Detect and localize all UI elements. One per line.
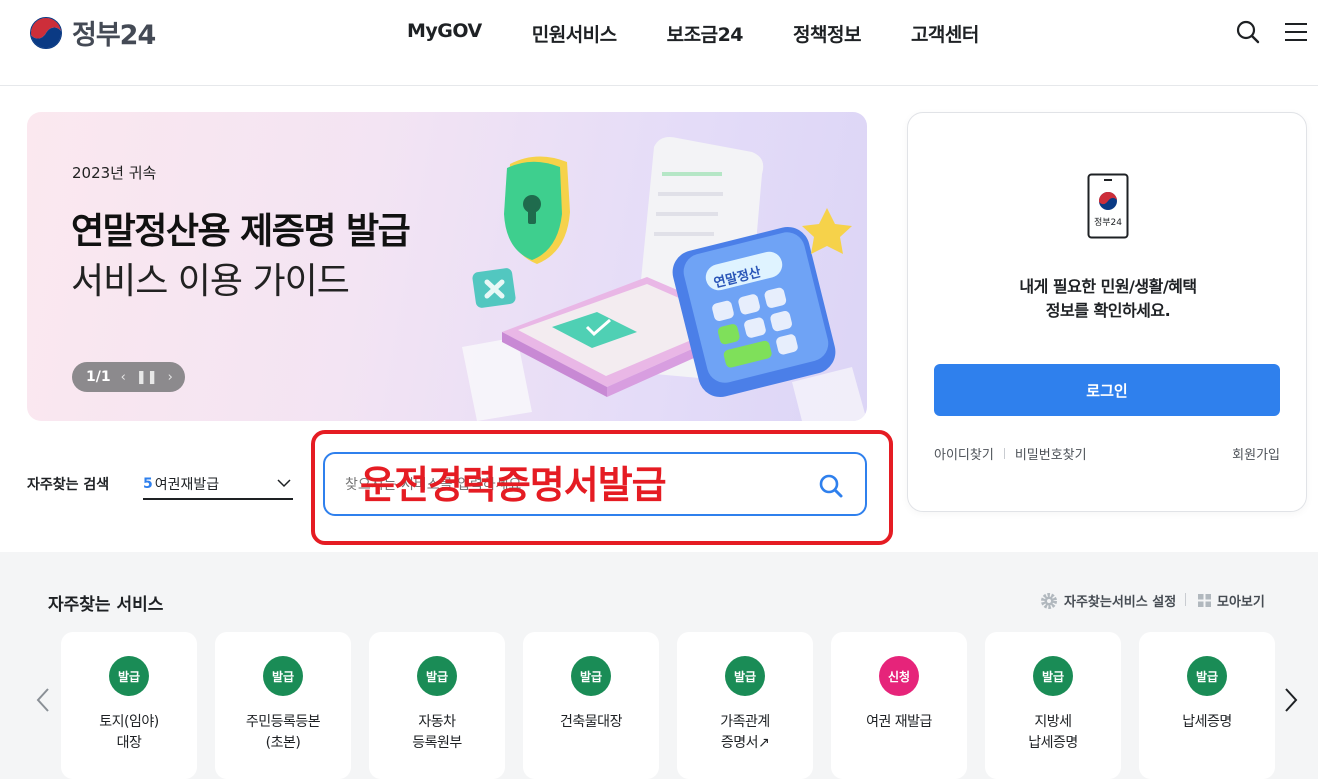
banner-prev-button[interactable]: ‹ — [121, 370, 126, 385]
banner-page-indicator: 1/1 — [86, 369, 111, 385]
login-message: 내게 필요한 민원/생활/혜택 정보를 확인하세요. — [908, 275, 1308, 323]
link-divider — [1003, 448, 1005, 459]
banner-controls: 1/1 ‹ ❚❚ › — [72, 362, 185, 392]
apply-badge: 신청 — [879, 656, 919, 696]
login-message-line1: 내게 필요한 민원/생활/혜택 — [1019, 277, 1197, 296]
service-card-label: 여권 재발급 — [866, 714, 932, 730]
gear-icon — [1041, 592, 1057, 609]
service-card-label: 주민등록등본 (초본) — [245, 714, 321, 751]
login-card: 정부24 내게 필요한 민원/생활/혜택 정보를 확인하세요. 로그인 아이디찾… — [907, 112, 1307, 512]
nav-subsidy24[interactable]: 보조금24 — [642, 18, 768, 49]
services-setting-label: 자주찾는서비스 설정 — [1064, 595, 1177, 610]
services-title: 자주찾는 서비스 — [48, 595, 164, 615]
service-card-label: 가족관계 증명서↗ — [720, 714, 770, 751]
main-banner[interactable]: 2023년 귀속 연말정산용 제증명 발급 서비스 이용 가이드 1/1 ‹ ❚… — [27, 112, 867, 421]
service-card-passport-reissue[interactable]: 신청 여권 재발급 — [831, 632, 967, 779]
frequent-services-section: 자주찾는 서비스 자주찾는서비스 설정 모아보기 발급 토지(임야) 대장 발급… — [0, 552, 1318, 779]
service-card-family-relation[interactable]: 발급 가족관계 증명서↗ — [677, 632, 813, 779]
search-box — [323, 452, 867, 516]
frequent-search-value: 여권재발급 — [154, 477, 220, 493]
frequent-search-label: 자주찾는 검색 — [27, 477, 110, 493]
chevron-left-icon[interactable] — [33, 686, 53, 714]
signup-link[interactable]: 회원가입 — [1232, 444, 1280, 463]
service-card-local-tax-certificate[interactable]: 발급 지방세 납세증명 — [985, 632, 1121, 779]
main-nav: MyGOV 민원서비스 보조금24 정책정보 고객센터 — [382, 18, 1004, 49]
site-logo[interactable]: 정부24 — [28, 13, 156, 52]
view-all-button[interactable]: 모아보기 — [1198, 591, 1265, 610]
site-header: 정부24 MyGOV 민원서비스 보조금24 정책정보 고객센터 — [0, 0, 1318, 86]
banner-title: 연말정산용 제증명 발급 — [71, 211, 411, 252]
service-card-label: 토지(임야) 대장 — [99, 714, 159, 751]
login-help-links: 아이디찾기 비밀번호찾기 — [934, 444, 1087, 463]
search-icon[interactable] — [1234, 18, 1262, 46]
nav-policy-info[interactable]: 정책정보 — [768, 18, 886, 49]
divider — [1185, 593, 1186, 606]
nav-civil-service[interactable]: 민원서비스 — [507, 18, 642, 49]
banner-year: 2023년 귀속 — [72, 164, 157, 182]
services-setting-button[interactable]: 자주찾는서비스 설정 — [1040, 591, 1176, 610]
service-card-building-ledger[interactable]: 발급 건축물대장 — [523, 632, 659, 779]
login-button[interactable]: 로그인 — [934, 364, 1280, 416]
service-card-list: 발급 토지(임야) 대장 발급 주민등록등본 (초본) 발급 자동차 등록원부 … — [61, 632, 1275, 779]
issue-badge: 발급 — [109, 656, 149, 696]
taegeuk-logo-icon — [28, 15, 64, 50]
logo-text: 정부24 — [72, 20, 156, 51]
service-card-label: 지방세 납세증명 — [1028, 714, 1078, 751]
service-card-resident-registration[interactable]: 발급 주민등록등본 (초본) — [215, 632, 351, 779]
grid-icon — [1198, 594, 1211, 607]
tax-settlement-illustration: 연말정산 — [462, 137, 867, 421]
nav-customer-center[interactable]: 고객센터 — [886, 18, 1004, 49]
issue-badge: 발급 — [1033, 656, 1073, 696]
view-all-label: 모아보기 — [1217, 595, 1265, 610]
service-card-label: 자동차 등록원부 — [412, 714, 462, 751]
banner-next-button[interactable]: › — [168, 370, 173, 385]
phone-icon-label: 정부24 — [1094, 217, 1122, 228]
service-card-tax-certificate[interactable]: 발급 납세증명 — [1139, 632, 1275, 779]
search-submit-icon[interactable] — [817, 472, 845, 500]
mobile-phone-icon: 정부24 — [1087, 173, 1129, 239]
find-id-link[interactable]: 아이디찾기 — [934, 444, 994, 463]
find-password-link[interactable]: 비밀번호찾기 — [1015, 444, 1087, 463]
frequent-search-dropdown[interactable]: 5 여권재발급 — [143, 470, 293, 500]
chevron-right-icon[interactable] — [1281, 686, 1301, 714]
service-card-label: 건축물대장 — [560, 714, 622, 730]
frequent-search-rank: 5 — [143, 476, 153, 492]
search-input[interactable] — [345, 472, 805, 498]
banner-pause-button[interactable]: ❚❚ — [136, 370, 158, 385]
nav-mygov[interactable]: MyGOV — [382, 18, 507, 49]
issue-badge: 발급 — [571, 656, 611, 696]
issue-badge: 발급 — [1187, 656, 1227, 696]
issue-badge: 발급 — [725, 656, 765, 696]
service-card-vehicle-registration[interactable]: 발급 자동차 등록원부 — [369, 632, 505, 779]
service-card-land-ledger[interactable]: 발급 토지(임야) 대장 — [61, 632, 197, 779]
chevron-down-icon — [277, 479, 291, 488]
service-card-label: 납세증명 — [1182, 714, 1232, 730]
hamburger-menu-icon[interactable] — [1283, 19, 1309, 45]
banner-subtitle: 서비스 이용 가이드 — [71, 261, 350, 302]
issue-badge: 발급 — [263, 656, 303, 696]
login-message-line2: 정보를 확인하세요. — [1045, 301, 1171, 320]
issue-badge: 발급 — [417, 656, 457, 696]
